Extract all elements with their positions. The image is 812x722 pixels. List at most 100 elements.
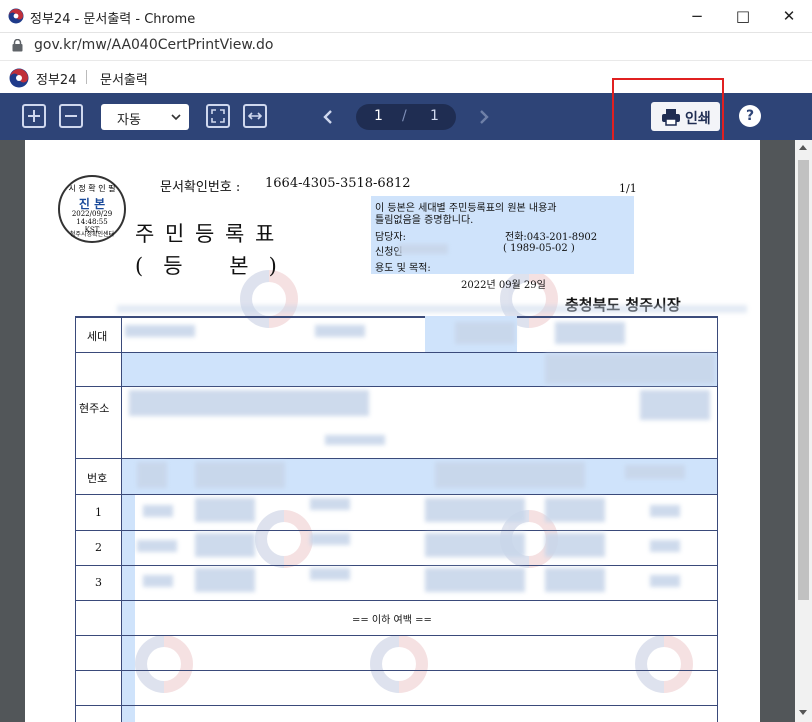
redacted-block [545, 354, 715, 384]
document-viewer[interactable]: 문서확인번호 : 1664-4305-3518-6812 1/1 시 정 확 인… [0, 140, 795, 722]
redacted-block [310, 498, 350, 510]
redacted-block [125, 325, 195, 337]
minimize-button[interactable]: − [674, 0, 720, 32]
redacted-block [545, 533, 605, 557]
seal-time: 14:48:55 [76, 218, 108, 226]
table-border-left [75, 316, 76, 722]
fit-page-button[interactable] [206, 104, 230, 128]
minimize-icon: − [690, 7, 704, 25]
vertical-scrollbar[interactable] [795, 140, 812, 722]
page-separator: / [402, 108, 407, 124]
applicant-birth: ( 1989-05-02 ) [503, 243, 575, 254]
site-brand: 정부24 [36, 73, 77, 88]
zoom-mode-value: 자동 [117, 113, 141, 128]
redacted-block [143, 575, 173, 587]
gov24-logo-icon [9, 68, 29, 88]
minus-icon [65, 115, 77, 117]
redacted-block [315, 325, 365, 337]
zoom-out-button[interactable] [59, 104, 83, 128]
redacted-name [398, 244, 448, 254]
redacted-block [625, 465, 685, 479]
redacted-block [137, 540, 177, 552]
maximize-button[interactable]: □ [720, 0, 766, 32]
page-indicator[interactable]: 1 / 1 [356, 104, 456, 130]
table-row-line [75, 600, 718, 601]
redacted-block [455, 322, 515, 344]
redacted-block [435, 462, 585, 488]
notice-line-2: 틀림없음을 증명합니다. [375, 215, 474, 226]
issue-date: 2022년 09월 29일 [461, 280, 546, 291]
purpose-label: 용도 및 목적: [375, 263, 431, 274]
officer-phone: 전화:043-201-8902 [505, 232, 598, 243]
current-page[interactable]: 1 [374, 108, 383, 124]
zoom-in-button[interactable] [22, 104, 46, 128]
fit-page-icon [211, 109, 225, 123]
table-row-line [75, 635, 718, 636]
number-label: 번호 [87, 472, 108, 485]
browser-title-bar: 정부24 - 문서출력 - Chrome − □ ✕ [0, 0, 812, 33]
plus-icon [28, 110, 40, 122]
fit-width-button[interactable] [243, 104, 267, 128]
table-border-top [75, 316, 718, 318]
table-row: 1 [95, 506, 102, 519]
scroll-up-icon[interactable] [799, 145, 807, 150]
redacted-block [650, 575, 680, 587]
print-highlight-box [612, 78, 724, 148]
address-bar[interactable]: gov.kr/mw/AA040CertPrintView.do [0, 33, 812, 59]
table-row-line [75, 705, 718, 706]
redacted-block [325, 435, 385, 445]
redacted-block [310, 533, 350, 545]
table-row-line [75, 670, 718, 671]
doc-number-label: 문서확인번호 : [160, 180, 241, 195]
redacted-block [195, 498, 255, 522]
table-row-line [75, 352, 718, 353]
document-page: 문서확인번호 : 1664-4305-3518-6812 1/1 시 정 확 인… [25, 140, 760, 722]
table-row-line [75, 458, 718, 459]
doc-number: 1664-4305-3518-6812 [265, 176, 411, 191]
prev-page-icon[interactable] [322, 109, 334, 125]
watermark-icon [370, 635, 428, 693]
redacted-block [310, 568, 350, 580]
seal-bottom: 청주시정확인센터 [69, 231, 115, 238]
end-of-content-mark: == 이하 여백 == [352, 615, 432, 626]
redacted-block [117, 305, 747, 313]
gov-logo-icon [8, 8, 24, 24]
table-row-line [75, 386, 718, 387]
url-text[interactable]: gov.kr/mw/AA040CertPrintView.do [34, 37, 273, 53]
redacted-block [425, 568, 525, 592]
redacted-block [555, 322, 625, 344]
redacted-block [425, 533, 525, 557]
next-page-icon[interactable] [478, 109, 490, 125]
redacted-block [650, 540, 680, 552]
page-count: 1/1 [619, 182, 637, 195]
window-title: 정부24 - 문서출력 - Chrome [30, 12, 196, 27]
fit-width-icon [248, 112, 262, 120]
scroll-down-icon[interactable] [799, 710, 807, 715]
table-row: 3 [95, 576, 102, 589]
scrollbar-thumb[interactable] [798, 160, 809, 600]
close-icon: ✕ [782, 7, 796, 25]
redacted-block [545, 568, 605, 592]
table-row-line [75, 494, 718, 495]
seal-top: 시 정 확 인 필 [68, 184, 116, 193]
zoom-mode-select[interactable]: 자동 [101, 104, 189, 130]
redacted-block [545, 498, 605, 522]
watermark-icon [635, 635, 693, 693]
table-row-line [75, 530, 718, 531]
redacted-block [143, 505, 173, 517]
redacted-block [137, 462, 167, 488]
address-label: 현주소 [79, 402, 110, 415]
authenticity-seal: 시 정 확 인 필 진 본 2022/09/29 14:48:55 KST 청주… [58, 175, 126, 243]
close-button[interactable]: ✕ [766, 0, 812, 32]
header-divider [86, 70, 87, 84]
section-title: 문서출력 [100, 73, 148, 88]
redacted-block [195, 533, 255, 557]
officer-label: 담당자: [375, 232, 406, 243]
document-title: 주 민 등 록 표 [135, 222, 277, 246]
table-border-right [717, 316, 718, 722]
household-label: 세대 [87, 330, 108, 343]
table-row-line [75, 565, 718, 566]
redacted-block [195, 568, 255, 592]
redacted-block [650, 505, 680, 517]
help-button[interactable]: ? [739, 105, 761, 127]
